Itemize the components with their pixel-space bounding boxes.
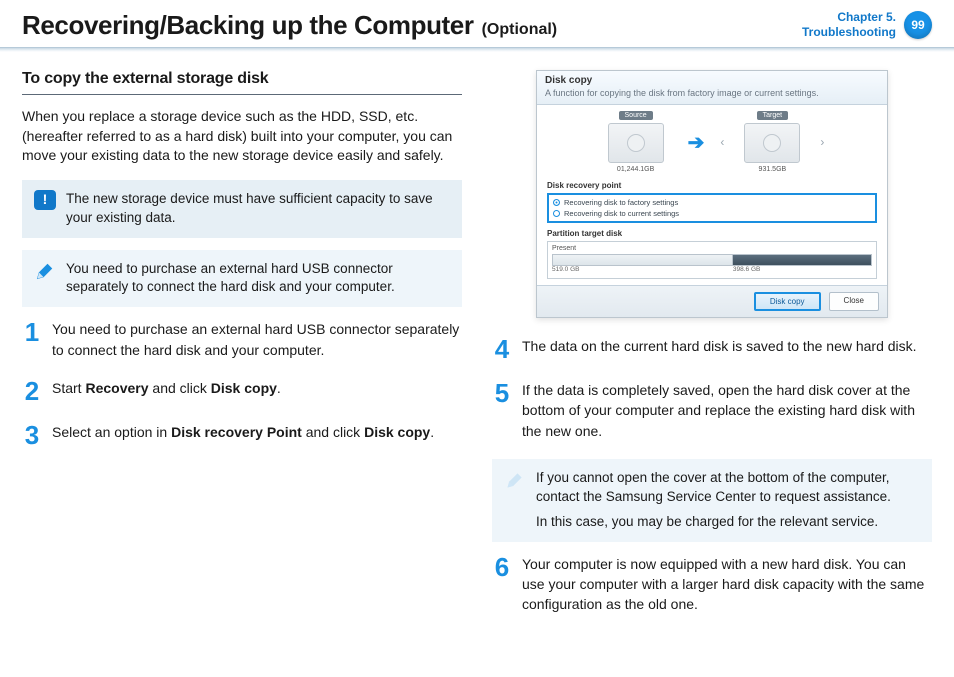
intro-paragraph: When you replace a storage device such a…	[22, 107, 462, 166]
recovery-point-title: Disk recovery point	[547, 181, 877, 190]
source-disk: Source 01,244.1GB	[596, 111, 676, 173]
radio-icon	[553, 199, 560, 206]
step-1-text: You need to purchase an external hard US…	[52, 319, 462, 360]
disk-copy-window: Disk copy A function for copying the dis…	[536, 70, 888, 318]
partition-box: Present 519.0 GB 398.6 GB	[547, 241, 877, 279]
hard-disk-icon	[744, 123, 800, 163]
target-group: ‹ Target 931.5GB ›	[716, 111, 828, 173]
page-title-optional: (Optional)	[482, 21, 558, 39]
note-icon	[504, 469, 526, 491]
step-5: 5 If the data is completely saved, open …	[492, 380, 932, 441]
partition-size-1: 519.0 GB	[552, 266, 733, 273]
step-3: 3 Select an option in Disk recovery Poin…	[22, 422, 462, 448]
partition-title: Partition target disk	[547, 229, 877, 238]
partition-size-2: 398.6 GB	[733, 266, 872, 273]
recovery-point-box: Recovering disk to factory settings Reco…	[547, 193, 877, 223]
target-capacity: 931.5GB	[759, 166, 787, 173]
disk-copy-button[interactable]: Disk copy	[754, 292, 821, 311]
note-icon	[34, 260, 56, 282]
page-header: Recovering/Backing up the Computer (Opti…	[0, 0, 954, 47]
chapter-wrap: Chapter 5. Troubleshooting 99	[802, 10, 932, 40]
callout-tip: You need to purchase an external hard US…	[22, 250, 462, 308]
callout-warning-text: The new storage device must have suffici…	[66, 190, 450, 228]
step-number-6: 6	[492, 554, 512, 580]
callout-warning: ! The new storage device must have suffi…	[22, 180, 462, 238]
step-1: 1 You need to purchase an external hard …	[22, 319, 462, 360]
step-3-text: Select an option in Disk recovery Point …	[52, 422, 434, 442]
window-titlebar: Disk copy A function for copying the dis…	[537, 71, 887, 105]
step-number-2: 2	[22, 378, 42, 404]
partition-present-label: Present	[552, 245, 872, 252]
arrow-right-icon: ➔	[688, 130, 705, 155]
hard-disk-icon	[608, 123, 664, 163]
target-disk: Target 931.5GB	[732, 111, 812, 173]
source-capacity: 01,244.1GB	[617, 166, 654, 173]
service-tip-p2: In this case, you may be charged for the…	[536, 513, 920, 532]
recovery-option-factory-label: Recovering disk to factory settings	[564, 198, 678, 207]
section-title: To copy the external storage disk	[22, 70, 462, 95]
window-title: Disk copy	[545, 75, 879, 86]
partition-segment-2	[733, 255, 871, 265]
recovery-option-factory[interactable]: Recovering disk to factory settings	[553, 197, 871, 208]
window-body: Source 01,244.1GB ➔ ‹ Target 931.5GB ›	[537, 105, 887, 279]
page-number-badge: 99	[904, 11, 932, 39]
callout-service-text: If you cannot open the cover at the bott…	[536, 469, 920, 532]
chapter-text: Chapter 5. Troubleshooting	[802, 10, 896, 40]
source-disk-label: Source	[619, 111, 653, 120]
step-5-text: If the data is completely saved, open th…	[522, 380, 932, 441]
window-footer: Disk copy Close	[537, 285, 887, 317]
chapter-line-1: Chapter 5.	[802, 10, 896, 25]
recovery-option-current-label: Recovering disk to current settings	[564, 209, 679, 218]
page-title: Recovering/Backing up the Computer	[22, 10, 474, 41]
callout-tip-text: You need to purchase an external hard US…	[66, 260, 450, 298]
left-column: To copy the external storage disk When y…	[22, 70, 462, 632]
step-number-3: 3	[22, 422, 42, 448]
recovery-option-current[interactable]: Recovering disk to current settings	[553, 208, 871, 219]
partition-segment-1	[553, 255, 733, 265]
step-2: 2 Start Recovery and click Disk copy.	[22, 378, 462, 404]
prev-target-button[interactable]: ‹	[716, 135, 728, 149]
step-number-5: 5	[492, 380, 512, 406]
step-2-text: Start Recovery and click Disk copy.	[52, 378, 281, 398]
step-6-text: Your computer is now equipped with a new…	[522, 554, 932, 615]
exclamation-icon: !	[34, 190, 56, 210]
radio-icon	[553, 210, 560, 217]
close-button[interactable]: Close	[829, 292, 879, 311]
partition-sizes: 519.0 GB 398.6 GB	[552, 266, 872, 273]
target-disk-label: Target	[757, 111, 788, 120]
next-target-button[interactable]: ›	[816, 135, 828, 149]
step-number-4: 4	[492, 336, 512, 362]
disk-row: Source 01,244.1GB ➔ ‹ Target 931.5GB ›	[547, 111, 877, 173]
service-tip-p1: If you cannot open the cover at the bott…	[536, 469, 920, 507]
title-wrap: Recovering/Backing up the Computer (Opti…	[22, 10, 557, 41]
step-number-1: 1	[22, 319, 42, 345]
callout-service-tip: If you cannot open the cover at the bott…	[492, 459, 932, 542]
step-4-text: The data on the current hard disk is sav…	[522, 336, 917, 356]
partition-bar	[552, 254, 872, 266]
right-column: Disk copy A function for copying the dis…	[492, 70, 932, 632]
step-6: 6 Your computer is now equipped with a n…	[492, 554, 932, 615]
step-4: 4 The data on the current hard disk is s…	[492, 336, 932, 362]
chapter-line-2: Troubleshooting	[802, 25, 896, 40]
window-subtitle: A function for copying the disk from fac…	[545, 88, 819, 98]
columns: To copy the external storage disk When y…	[0, 52, 954, 632]
